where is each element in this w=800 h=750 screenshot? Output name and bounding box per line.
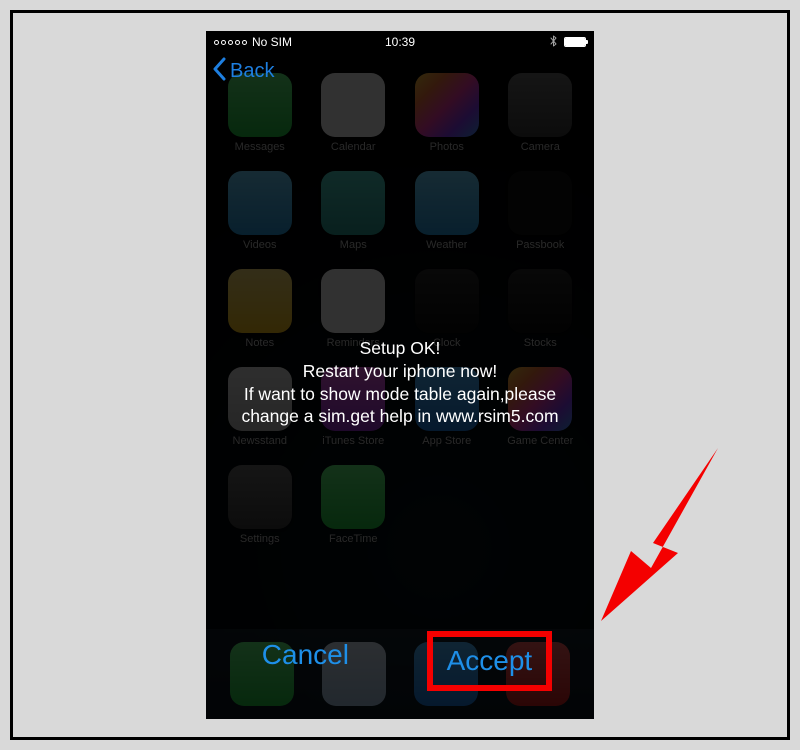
phone-screen: No SIM 10:39 MessagesCalendarPhotosCamer… xyxy=(206,31,594,719)
status-left: No SIM xyxy=(214,35,292,49)
bluetooth-icon xyxy=(550,35,558,50)
status-time: 10:39 xyxy=(385,35,415,49)
cancel-button[interactable]: Cancel xyxy=(248,631,363,691)
alert-button-row: Cancel Accept xyxy=(206,631,594,691)
battery-icon xyxy=(564,37,586,47)
chevron-left-icon xyxy=(212,57,228,85)
back-button[interactable]: Back xyxy=(212,57,274,85)
status-bar: No SIM 10:39 xyxy=(206,31,594,53)
status-right xyxy=(550,35,586,50)
outer-frame: No SIM 10:39 MessagesCalendarPhotosCamer… xyxy=(10,10,790,740)
signal-dots-icon xyxy=(214,40,247,45)
accept-button[interactable]: Accept xyxy=(427,631,553,691)
carrier-label: No SIM xyxy=(252,35,292,49)
arrow-annotation-icon xyxy=(583,433,743,633)
back-label: Back xyxy=(230,60,274,83)
alert-message: Setup OK! Restart your iphone now! If wa… xyxy=(206,337,594,428)
